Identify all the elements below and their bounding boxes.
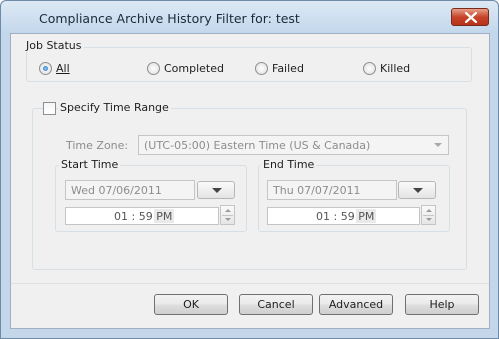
start-time-spinner[interactable] (220, 205, 235, 225)
cancel-button[interactable]: Cancel (239, 294, 313, 315)
end-date-value: Thu 07/07/2011 (273, 184, 361, 197)
radio-completed-label[interactable]: Completed (164, 62, 224, 75)
end-time-value: 01 : 59 PM (316, 210, 375, 223)
footer-separator (11, 283, 489, 284)
end-time-field[interactable]: 01 : 59 PM (267, 207, 420, 225)
chevron-down-icon (434, 143, 442, 147)
spin-down-icon[interactable] (426, 218, 432, 221)
spin-divider (423, 215, 434, 216)
start-time-field[interactable]: 01 : 59 PM (65, 207, 219, 225)
triangle-down-icon (413, 188, 423, 193)
specify-time-range-label[interactable]: Specify Time Range (58, 101, 171, 114)
radio-killed-label[interactable]: Killed (380, 62, 410, 75)
close-button[interactable] (451, 8, 489, 26)
window-title: Compliance Archive History Filter for: t… (39, 11, 300, 26)
end-time-legend: End Time (261, 158, 317, 171)
title-bar[interactable]: Compliance Archive History Filter for: t… (1, 1, 498, 33)
triangle-down-icon (212, 188, 222, 193)
dialog-window: Compliance Archive History Filter for: t… (0, 0, 499, 339)
time-zone-select[interactable]: (UTC-05:00) Eastern Time (US & Canada) (138, 135, 449, 155)
close-icon (465, 12, 477, 23)
start-date-value: Wed 07/06/2011 (71, 184, 162, 197)
radio-all[interactable] (39, 62, 52, 75)
radio-completed[interactable] (147, 62, 160, 75)
start-date-field[interactable]: Wed 07/06/2011 (65, 180, 195, 200)
start-date-dropdown-button[interactable] (197, 181, 235, 199)
spin-divider (222, 215, 233, 216)
time-zone-label: Time Zone: (66, 139, 129, 152)
spin-up-icon[interactable] (426, 209, 432, 212)
job-status-legend: Job Status (24, 39, 84, 52)
start-time-value: 01 : 59 PM (114, 210, 173, 223)
spin-down-icon[interactable] (225, 218, 231, 221)
radio-killed[interactable] (363, 62, 376, 75)
radio-failed[interactable] (255, 62, 268, 75)
spin-up-icon[interactable] (225, 209, 231, 212)
end-date-dropdown-button[interactable] (398, 181, 436, 199)
end-time-spinner[interactable] (421, 205, 436, 225)
time-zone-value: (UTC-05:00) Eastern Time (US & Canada) (144, 139, 371, 152)
help-button[interactable]: Help (405, 294, 479, 315)
radio-failed-label[interactable]: Failed (272, 62, 304, 75)
ok-button[interactable]: OK (154, 294, 228, 315)
start-time-legend: Start Time (59, 158, 121, 171)
end-date-field[interactable]: Thu 07/07/2011 (267, 180, 397, 200)
advanced-button[interactable]: Advanced (319, 294, 393, 315)
radio-all-label[interactable]: All (56, 62, 70, 75)
specify-time-range-checkbox[interactable] (43, 102, 56, 115)
